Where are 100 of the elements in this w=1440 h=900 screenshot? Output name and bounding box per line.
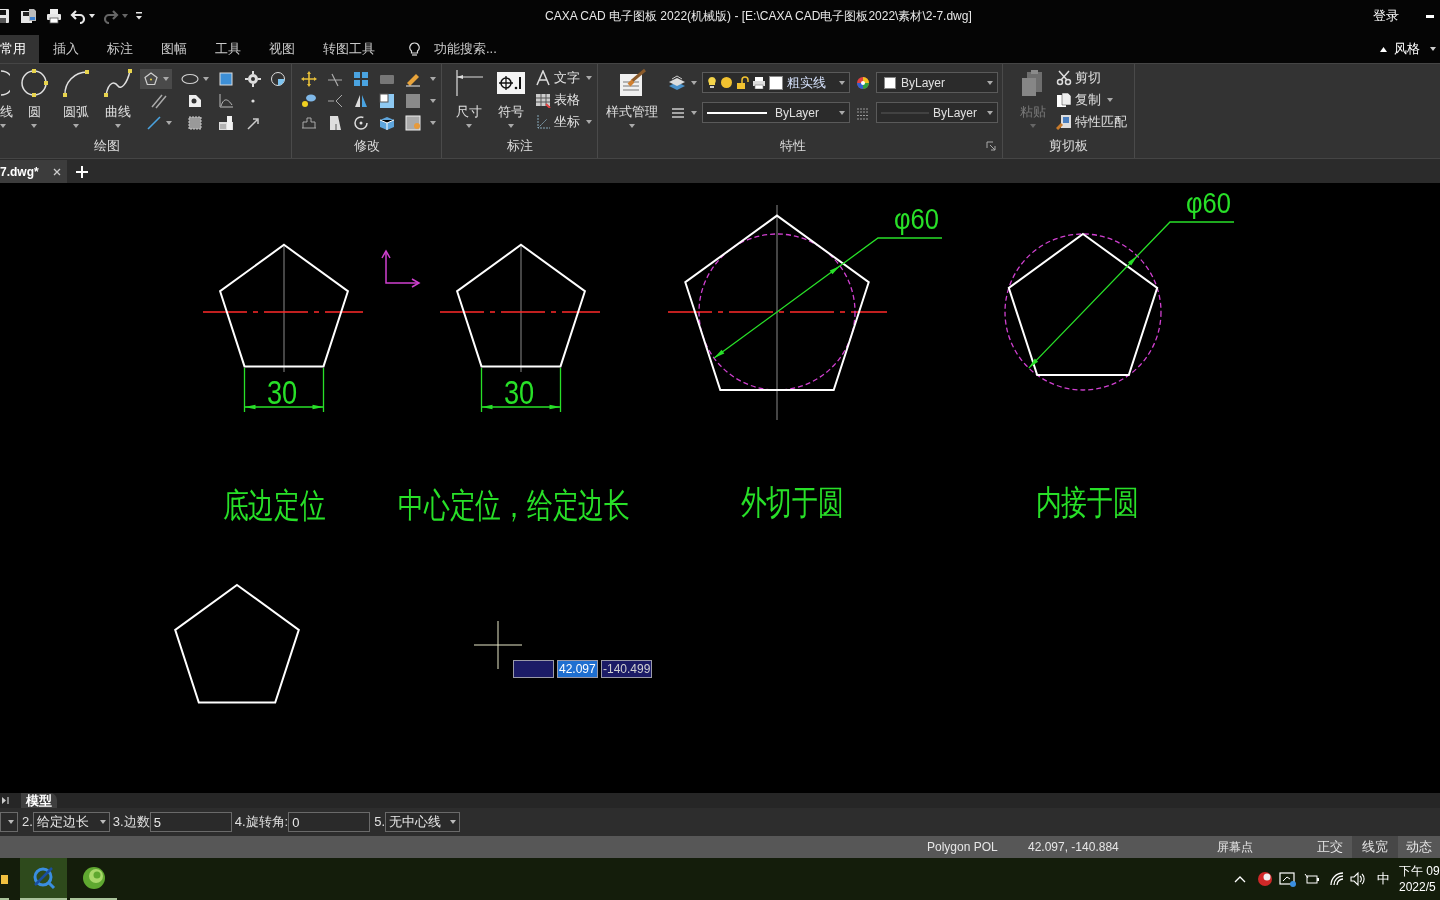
rotate-icon[interactable] (353, 115, 369, 131)
table-tool-button[interactable]: 表格 (535, 89, 592, 111)
line-sample-icon (707, 110, 767, 115)
taskbar-app[interactable] (20, 858, 67, 900)
crossing-lines-icon[interactable] (327, 71, 343, 87)
volume-icon[interactable] (1350, 871, 1366, 887)
mirror-icon[interactable] (353, 93, 369, 109)
monitor-icon[interactable] (1279, 871, 1296, 887)
layer-dropdown[interactable]: 粗实线 (702, 72, 850, 93)
trapezoid-icon[interactable] (327, 115, 343, 131)
arrow-bar-icon[interactable] (1, 796, 10, 805)
login-link[interactable]: 登录 (1373, 6, 1399, 26)
coordinate-tool-button[interactable]: 坐标 (535, 111, 592, 133)
document-tab[interactable]: 7.dwg* (0, 160, 67, 183)
dialog-launcher-icon[interactable] (986, 141, 996, 152)
status-toggle[interactable]: 动态 (1398, 836, 1440, 858)
plus-icon[interactable] (75, 165, 88, 178)
lineweight-dropdown[interactable]: ByLayer (876, 102, 998, 123)
caret-icon[interactable] (1430, 47, 1436, 51)
pencil-icon[interactable] (405, 71, 421, 87)
grid-squares-icon[interactable] (353, 71, 369, 87)
line-weight-icon[interactable] (856, 105, 870, 120)
dimension-tool-button[interactable]: 尺寸 (453, 68, 485, 128)
customize-icon[interactable] (135, 11, 143, 21)
circle-icon (19, 68, 49, 98)
pie-icon[interactable] (270, 71, 286, 87)
feature-search-field[interactable]: 功能搜索... (434, 39, 524, 59)
color-swatch-icon (769, 75, 783, 90)
ribbon-tab[interactable]: 转图工具 (309, 35, 389, 63)
close-icon[interactable] (52, 167, 61, 176)
coordinate-input[interactable] (513, 660, 554, 678)
match-tool-button[interactable]: 特性匹配 (1056, 111, 1127, 133)
ribbon-tab[interactable]: 标注 (93, 35, 147, 63)
option-dropdown[interactable]: 无中心线 (385, 812, 460, 832)
printer-icon[interactable] (46, 8, 62, 24)
circle-logo-icon[interactable] (1257, 871, 1273, 887)
input-method-indicator[interactable]: 中 (1377, 869, 1390, 889)
cut-tool-button[interactable]: 剪切 (1056, 67, 1127, 89)
group-label: 特性 (780, 138, 806, 155)
wifi-icon[interactable] (1329, 871, 1345, 887)
diagonal-line-icon[interactable] (146, 115, 162, 131)
ribbon-tab[interactable]: 视图 (255, 35, 309, 63)
battery-icon[interactable] (1304, 871, 1320, 887)
line-tool-button[interactable]: 线 (0, 68, 14, 128)
color-wheel-icon[interactable] (856, 75, 870, 90)
arrow-icon[interactable] (245, 115, 261, 131)
cube-icon[interactable] (379, 115, 395, 131)
point-icon[interactable] (251, 99, 255, 103)
copy-icon (1056, 92, 1072, 108)
ribbon-tab[interactable]: 图幅 (147, 35, 201, 63)
minimize-icon[interactable] (1426, 14, 1434, 18)
blocks-icon[interactable] (218, 115, 234, 131)
cross-arrows-icon[interactable] (301, 71, 317, 87)
rounded-shape-icon[interactable] (187, 93, 203, 109)
copy-tool-button[interactable]: 复制 (1056, 89, 1127, 111)
caret-icon (115, 124, 121, 128)
symbol-tool-button[interactable]: 符号 (495, 68, 527, 128)
text-tool-button[interactable]: 文字 (535, 67, 592, 89)
ribbon-tab[interactable]: 工具 (201, 35, 255, 63)
hatch-square-icon[interactable] (187, 115, 203, 131)
status-toggle[interactable]: 正交 (1308, 836, 1352, 858)
coordinate-input[interactable]: 42.097 (557, 660, 598, 678)
notepad-brush-icon (617, 68, 647, 98)
ellipse-icon[interactable] (181, 71, 199, 87)
branch-lines-icon[interactable] (327, 93, 343, 109)
save-icon[interactable] (0, 8, 10, 24)
collapse-icon[interactable] (1380, 46, 1387, 52)
status-toggle[interactable]: 线宽 (1352, 836, 1398, 858)
style-menu[interactable]: 风格 (1394, 39, 1420, 59)
caret-icon (450, 820, 456, 824)
undo-icon[interactable] (70, 8, 86, 24)
arc-tool-button[interactable]: 圆弧 (60, 68, 92, 128)
caret-icon[interactable] (89, 14, 95, 18)
parallel-lines-icon[interactable] (151, 93, 167, 109)
option-dropdown[interactable] (0, 812, 18, 832)
nested-squares-icon[interactable] (379, 93, 395, 109)
circle-tool-button[interactable]: 圆 (18, 68, 50, 128)
polygon-tool-button[interactable] (140, 69, 172, 89)
number-input[interactable]: 0 (288, 812, 371, 832)
ribbon-tab[interactable]: 插入 (39, 35, 93, 63)
graph-curve-icon[interactable] (218, 93, 234, 109)
option-dropdown[interactable]: 给定边长 (32, 812, 110, 832)
rectangle-icon[interactable] (218, 71, 234, 87)
layout-tab[interactable]: 模型 (21, 793, 57, 808)
step-lines-icon[interactable] (301, 115, 317, 131)
snap-mode-text: 屏幕点 (1217, 839, 1253, 856)
style-manager-button[interactable]: 样式管理 (604, 68, 660, 128)
color-dropdown[interactable]: ByLayer (876, 72, 998, 93)
chevron-up-icon[interactable] (1234, 874, 1246, 884)
dot-ellipse-icon[interactable] (301, 93, 317, 109)
save-as-icon[interactable] (20, 8, 37, 24)
layers-icon[interactable] (668, 74, 686, 91)
number-input[interactable]: 5 (149, 812, 232, 832)
square-icon[interactable] (405, 93, 421, 109)
gear-icon[interactable] (245, 71, 261, 87)
linetype-dropdown[interactable]: ByLayer (702, 102, 850, 123)
curve-tool-button[interactable]: 曲线 (102, 68, 134, 128)
caret-icon (839, 110, 845, 115)
ribbon-tab[interactable]: 常用 (0, 35, 39, 63)
coordinate-input[interactable]: -140.499 (601, 660, 652, 678)
